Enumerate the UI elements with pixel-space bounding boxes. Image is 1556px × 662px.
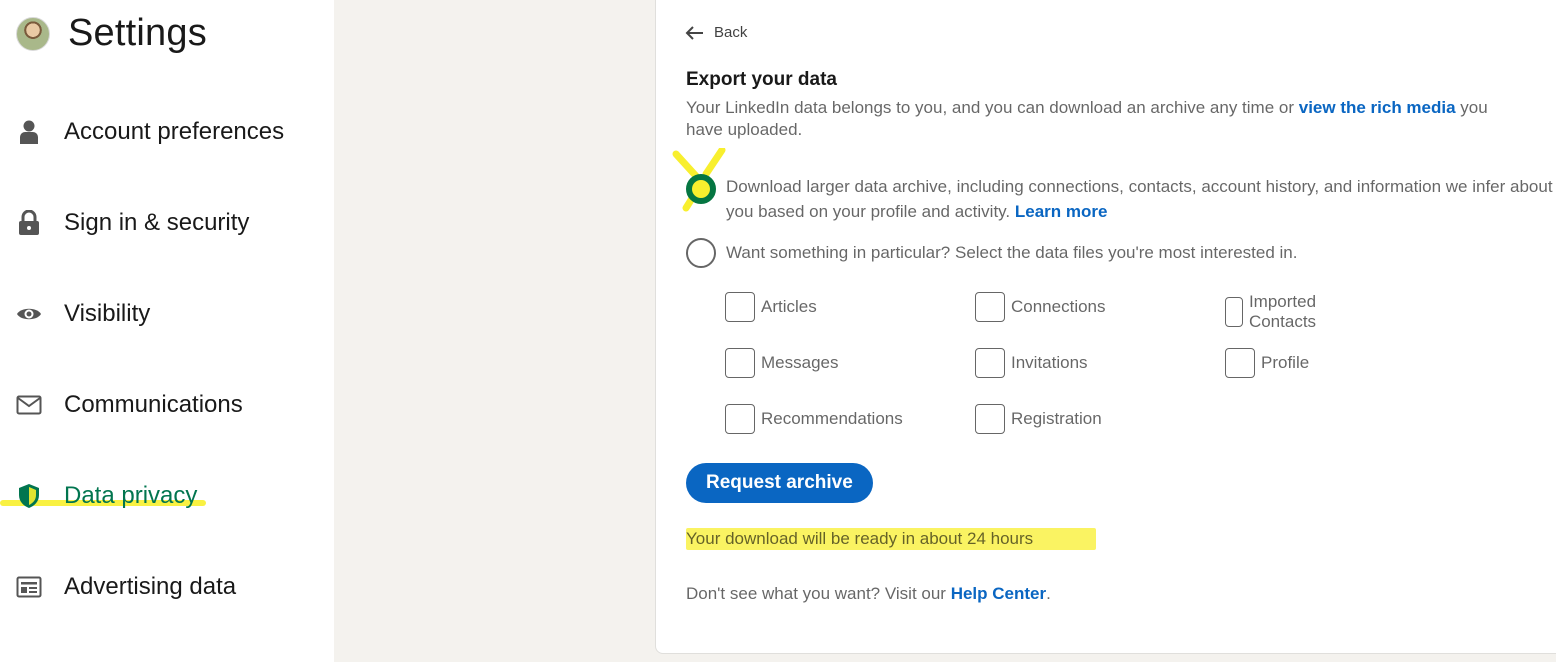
checkbox-label: Connections [1011, 297, 1106, 316]
checkbox-box[interactable] [975, 404, 1005, 434]
ad-icon [16, 574, 42, 600]
section-title: Export your data [686, 69, 837, 90]
checkbox-box[interactable] [1225, 348, 1255, 378]
checkbox-invitations[interactable]: Invitations [975, 348, 1088, 378]
person-icon [16, 119, 42, 145]
option-full-archive-text: Download larger data archive, including … [726, 174, 1556, 224]
description-text: Your LinkedIn data belongs to you, and y… [686, 98, 1299, 117]
view-rich-media-link[interactable]: view the rich media [1299, 98, 1456, 117]
learn-more-link[interactable]: Learn more [1015, 202, 1108, 221]
sidebar-item-advertising-data[interactable]: Advertising data [0, 541, 334, 632]
sidebar-item-label: Visibility [64, 299, 151, 327]
request-archive-button[interactable]: Request archive [686, 463, 873, 503]
envelope-icon [16, 392, 42, 418]
settings-nav: Account preferences Sign in & security V… [0, 86, 334, 632]
checkbox-label: Recommendations [761, 409, 903, 428]
help-text-label: Don't see what you want? Visit our [686, 584, 951, 603]
checkbox-label: Messages [761, 353, 839, 372]
checkbox-connections[interactable]: Connections [975, 292, 1106, 322]
settings-sidebar: Settings Account preferences Sign in & s… [0, 0, 334, 662]
sidebar-item-label: Advertising data [64, 572, 237, 600]
back-label: Back [714, 24, 748, 41]
checkbox-label: Imported Contacts [1248, 292, 1317, 331]
checkbox-registration[interactable]: Registration [975, 404, 1102, 434]
sidebar-item-visibility[interactable]: Visibility [0, 268, 334, 359]
sidebar-item-label: Communications [64, 390, 243, 418]
eye-icon [16, 301, 42, 327]
option-full-archive-label: Download larger data archive, including … [726, 177, 1553, 221]
checkbox-box[interactable] [725, 404, 755, 434]
settings-header: Settings [16, 12, 207, 55]
section-description: Your LinkedIn data belongs to you, and y… [686, 97, 1526, 141]
checkbox-label: Invitations [1011, 353, 1088, 372]
checkbox-label: Articles [761, 297, 817, 316]
checkbox-messages[interactable]: Messages [725, 348, 838, 378]
option-particular-files[interactable]: Want something in particular? Select the… [686, 238, 1297, 268]
option-particular-files-label: Want something in particular? Select the… [726, 243, 1298, 262]
checkbox-label: Registration [1011, 409, 1102, 428]
checkbox-imported-contacts[interactable]: Imported Contacts [1225, 292, 1328, 332]
checkbox-box[interactable] [975, 292, 1005, 322]
avatar[interactable] [16, 16, 50, 51]
checkbox-label: Profile [1261, 353, 1310, 372]
checkbox-box[interactable] [725, 292, 755, 322]
checkbox-recommendations[interactable]: Recommendations [725, 404, 903, 434]
checkbox-profile[interactable]: Profile [1225, 348, 1309, 378]
sidebar-item-sign-in-security[interactable]: Sign in & security [0, 177, 334, 268]
help-text: Don't see what you want? Visit our Help … [686, 584, 1051, 604]
sidebar-item-label: Account preferences [64, 117, 285, 145]
sidebar-item-label: Sign in & security [64, 208, 250, 236]
export-data-card: Back Export your data Your LinkedIn data… [655, 0, 1556, 654]
radio-full-archive[interactable] [686, 174, 716, 204]
help-text-end: . [1046, 584, 1051, 603]
radio-particular-files[interactable] [686, 238, 716, 268]
download-ready-note: Your download will be ready in about 24 … [686, 529, 1034, 548]
option-full-archive[interactable]: Download larger data archive, including … [686, 174, 1556, 224]
sidebar-item-communications[interactable]: Communications [0, 359, 334, 450]
back-button[interactable]: Back [684, 24, 747, 41]
checkbox-box[interactable] [975, 348, 1005, 378]
sidebar-item-data-privacy[interactable]: Data privacy [0, 450, 334, 541]
sidebar-item-account-preferences[interactable]: Account preferences [0, 86, 334, 177]
shield-icon [16, 483, 42, 509]
lock-icon [16, 209, 42, 236]
page-title: Settings [68, 12, 207, 54]
checkbox-box[interactable] [1225, 297, 1243, 327]
sidebar-item-label: Data privacy [64, 481, 198, 509]
arrow-left-icon [685, 25, 703, 40]
checkbox-articles[interactable]: Articles [725, 292, 817, 322]
help-center-link[interactable]: Help Center [951, 584, 1046, 603]
checkbox-box[interactable] [725, 348, 755, 378]
